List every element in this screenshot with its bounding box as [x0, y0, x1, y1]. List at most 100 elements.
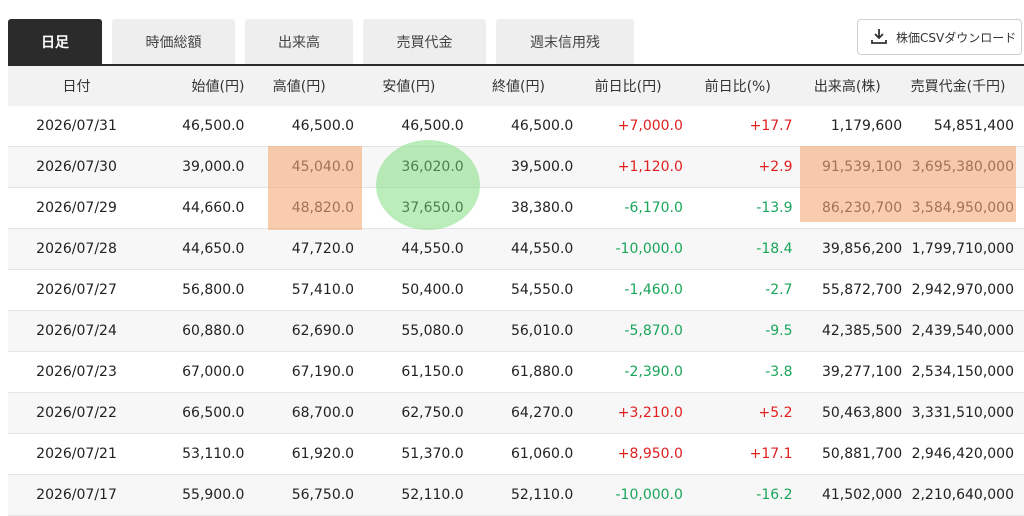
cell-close: 61,880.0	[463, 351, 574, 393]
table-row: 2026/07/24 60,880.0 62,690.0 55,080.0 56,010…	[8, 310, 1024, 352]
cell-date: 2026/07/31	[8, 106, 146, 147]
cell-change: +7,000.0	[573, 106, 683, 147]
table-row: 2026/07/23 67,000.0 67,190.0 61,150.0 61,880…	[8, 351, 1024, 393]
cell-change-pct: +5.2	[682, 392, 793, 434]
cell-high: 48,820.0	[244, 187, 355, 229]
cell-change: +8,950.0	[573, 433, 683, 475]
cell-volume: 50,881,700	[792, 433, 903, 475]
cell-change: -10,000.0	[573, 228, 683, 270]
cell-close: 44,550.0	[463, 228, 574, 270]
cell-volume: 1,179,600	[792, 106, 903, 147]
cell-change: +3,210.0	[573, 392, 683, 434]
cell-high: 46,500.0	[244, 106, 355, 147]
table-row: 2026/07/27 56,800.0 57,410.0 50,400.0 54,550…	[8, 269, 1024, 311]
cell-open: 53,110.0	[145, 433, 245, 475]
cell-low: 36,020.0	[354, 146, 464, 188]
tab-trading-value[interactable]: 売買代金	[363, 19, 486, 65]
cell-value: 3,584,950,000	[902, 187, 1024, 229]
cell-change: +1,120.0	[573, 146, 683, 188]
cell-low: 62,750.0	[354, 392, 464, 434]
col-header-volume: 出来高(株)	[813, 79, 881, 95]
cell-change-pct: -18.4	[682, 228, 793, 270]
cell-value: 2,942,970,000	[902, 269, 1024, 311]
col-header-value: 売買代金(千円)	[910, 79, 1006, 95]
cell-high: 57,410.0	[244, 269, 355, 311]
col-header-high: 高値(円)	[272, 79, 326, 95]
cell-value: 3,695,380,000	[902, 146, 1024, 188]
cell-change-pct: -13.9	[682, 187, 793, 229]
csv-download-label: 株価CSVダウンロード	[896, 30, 1017, 45]
cell-high: 56,750.0	[244, 474, 355, 516]
tab-daily[interactable]: 日足	[8, 19, 102, 65]
cell-close: 64,270.0	[463, 392, 574, 434]
cell-change-pct: -16.2	[682, 474, 793, 516]
table-row: 2026/07/21 53,110.0 61,920.0 51,370.0 61,060…	[8, 433, 1024, 475]
cell-close: 54,550.0	[463, 269, 574, 311]
cell-volume: 41,502,000	[792, 474, 903, 516]
cell-value: 2,534,150,000	[902, 351, 1024, 393]
cell-low: 55,080.0	[354, 310, 464, 352]
cell-date: 2026/07/29	[8, 187, 146, 229]
cell-open: 46,500.0	[145, 106, 245, 147]
table-row: 2026/07/30 39,000.0 45,040.0 36,020.0 39,500…	[8, 146, 1024, 188]
tab-weekly-margin[interactable]: 週末信用残	[496, 19, 634, 65]
cell-volume: 39,856,200	[792, 228, 903, 270]
cell-volume: 39,277,100	[792, 351, 903, 393]
cell-date: 2026/07/17	[8, 474, 146, 516]
cell-change-pct: +2.9	[682, 146, 793, 188]
cell-low: 51,370.0	[354, 433, 464, 475]
cell-open: 39,000.0	[145, 146, 245, 188]
cell-value: 2,210,640,000	[902, 474, 1024, 516]
cell-change-pct: -9.5	[682, 310, 793, 352]
col-header-open: 始値(円)	[191, 79, 245, 95]
csv-download-button[interactable]: 株価CSVダウンロード	[857, 19, 1022, 55]
tab-volume[interactable]: 出来高	[245, 19, 353, 65]
col-header-date: 日付	[62, 79, 91, 95]
cell-change: -1,460.0	[573, 269, 683, 311]
cell-volume: 55,872,700	[792, 269, 903, 311]
cell-change: -2,390.0	[573, 351, 683, 393]
cell-change: -5,870.0	[573, 310, 683, 352]
tab-market-cap[interactable]: 時価総額	[112, 19, 235, 65]
cell-low: 61,150.0	[354, 351, 464, 393]
cell-high: 68,700.0	[244, 392, 355, 434]
cell-change-pct: -2.7	[682, 269, 793, 311]
cell-volume: 91,539,100	[792, 146, 903, 188]
cell-close: 38,380.0	[463, 187, 574, 229]
cell-value: 3,331,510,000	[902, 392, 1024, 434]
table-row: 2026/07/29 44,660.0 48,820.0 37,650.0 38,380…	[8, 187, 1024, 229]
col-header-close: 終値(円)	[492, 79, 545, 95]
cell-open: 66,500.0	[145, 392, 245, 434]
cell-date: 2026/07/22	[8, 392, 146, 434]
cell-low: 46,500.0	[354, 106, 464, 147]
cell-date: 2026/07/28	[8, 228, 146, 270]
cell-value: 1,799,710,000	[902, 228, 1024, 270]
cell-volume: 86,230,700	[792, 187, 903, 229]
cell-change-pct: +17.7	[682, 106, 793, 147]
cell-change-pct: -3.8	[682, 351, 793, 393]
cell-volume: 50,463,800	[792, 392, 903, 434]
cell-open: 60,880.0	[145, 310, 245, 352]
col-header-change: 前日比(円)	[594, 79, 662, 95]
cell-value: 2,946,420,000	[902, 433, 1024, 475]
cell-change: -10,000.0	[573, 474, 683, 516]
cell-close: 61,060.0	[463, 433, 574, 475]
table-row: 2026/07/17 55,900.0 56,750.0 52,110.0 52,110…	[8, 474, 1024, 516]
cell-date: 2026/07/23	[8, 351, 146, 393]
cell-change-pct: +17.1	[682, 433, 793, 475]
table-row: 2026/07/22 66,500.0 68,700.0 62,750.0 64,270…	[8, 392, 1024, 434]
cell-value: 2,439,540,000	[902, 310, 1024, 352]
cell-low: 50,400.0	[354, 269, 464, 311]
cell-open: 44,660.0	[145, 187, 245, 229]
cell-low: 52,110.0	[354, 474, 464, 516]
cell-high: 61,920.0	[244, 433, 355, 475]
cell-date: 2026/07/27	[8, 269, 146, 311]
cell-value: 54,851,400	[902, 106, 1024, 147]
cell-open: 56,800.0	[145, 269, 245, 311]
download-icon	[870, 27, 888, 48]
cell-high: 62,690.0	[244, 310, 355, 352]
price-history-table: 日付 始値(円) 高値(円) 安値(円) 終値(円) 前日比(円) 前日比(%)…	[8, 66, 1024, 516]
table-header-row: 日付 始値(円) 高値(円) 安値(円) 終値(円) 前日比(円) 前日比(%)…	[8, 66, 1024, 106]
cell-close: 39,500.0	[463, 146, 574, 188]
cell-close: 56,010.0	[463, 310, 574, 352]
